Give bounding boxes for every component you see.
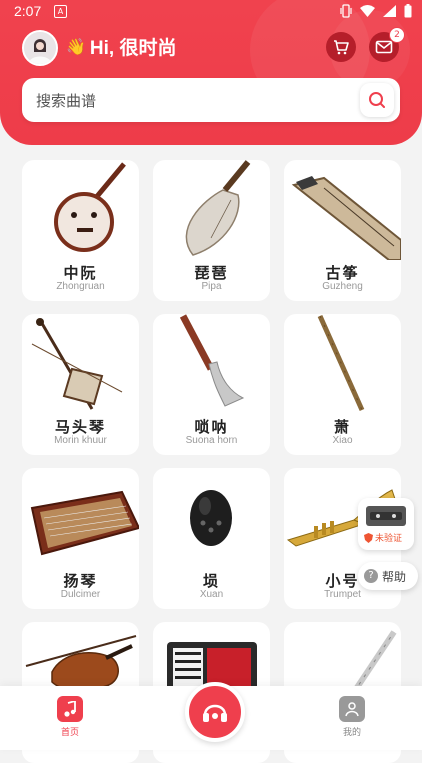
center-tab-button[interactable] — [185, 682, 245, 742]
wave-icon: 👋 — [66, 38, 86, 56]
morin-khuur-image — [31, 318, 123, 410]
battery-icon — [404, 4, 412, 18]
help-button[interactable]: ? 帮助 — [358, 562, 418, 590]
tab-home-label: 首页 — [60, 728, 79, 738]
instrument-card-xiao[interactable]: 萧 Xiao — [284, 314, 401, 455]
instrument-name: 扬琴 — [63, 572, 98, 590]
greeting-text: Hi, 很时尚 — [89, 38, 177, 59]
instrument-english-name: Trumpet — [324, 589, 361, 600]
instrument-card-pipa[interactable]: 琵琶 Pipa — [153, 160, 270, 301]
instrument-english-name: Guzheng — [322, 281, 363, 292]
instrument-card-xun[interactable]: 埙 Xuan — [153, 468, 270, 609]
instrument-name: 中阮 — [63, 264, 98, 282]
instrument-english-name: Morin khuur — [54, 435, 107, 446]
instrument-name: 萧 — [333, 418, 351, 436]
cart-icon — [334, 40, 349, 55]
instrument-name: 唢呐 — [194, 418, 229, 436]
instrument-name: 马头琴 — [54, 418, 106, 436]
question-icon: ? — [364, 569, 378, 583]
zhongruan-image — [54, 162, 126, 252]
search-input[interactable] — [34, 88, 338, 114]
search-icon — [369, 92, 385, 108]
status-time: 2:07 — [14, 3, 42, 19]
search-button[interactable] — [360, 83, 394, 117]
instrument-card-morin-khuur[interactable]: 马头琴 Morin khuur — [22, 314, 139, 455]
message-button[interactable]: 2 — [369, 27, 405, 62]
floating-verify-widget[interactable]: 未验证 — [358, 498, 414, 550]
instrument-card-suona[interactable]: 唢呐 Suona horn — [153, 314, 270, 455]
suona-image — [179, 314, 245, 407]
dulcimer-image — [30, 490, 139, 556]
instrument-card-dulcimer[interactable]: 扬琴 Dulcimer — [22, 468, 139, 609]
instrument-card-guzheng[interactable]: 古筝 Guzheng — [284, 160, 401, 301]
instrument-english-name: Suona horn — [185, 435, 238, 446]
tab-me[interactable]: 我的 — [322, 696, 382, 738]
shield-icon — [364, 532, 373, 543]
cassette-icon — [366, 506, 406, 526]
signal-icon — [383, 5, 396, 17]
instrument-english-name: Pipa — [201, 281, 222, 292]
instrument-name: 古筝 — [325, 264, 360, 282]
greeting: 👋 Hi, 很时尚 — [66, 33, 176, 60]
user-icon — [339, 696, 365, 722]
verify-status-label: 未验证 — [375, 534, 403, 544]
vibrate-icon — [340, 4, 352, 18]
instrument-name: 埙 — [202, 572, 220, 590]
xiao-image — [317, 314, 365, 412]
instrument-english-name: Xiao — [332, 435, 353, 446]
pipa-image — [185, 160, 251, 256]
status-bar: 2:07 A — [0, 0, 422, 24]
avatar[interactable] — [22, 30, 58, 66]
mail-icon — [375, 40, 393, 54]
help-label: 帮助 — [382, 569, 407, 584]
xun-image — [190, 490, 232, 546]
guzheng-image — [291, 176, 401, 260]
instrument-english-name: Zhongruan — [56, 281, 105, 292]
wifi-icon — [360, 5, 375, 17]
instrument-english-name: Xuan — [199, 589, 224, 600]
tab-home[interactable]: 首页 — [40, 696, 100, 738]
search-bar — [22, 78, 400, 122]
instrument-name: 琵琶 — [194, 264, 229, 282]
message-count-badge: 2 — [389, 27, 405, 43]
music-note-icon — [57, 696, 83, 722]
cart-button[interactable] — [326, 32, 356, 62]
sim-icon: A — [54, 5, 67, 18]
headphones-icon — [203, 704, 227, 722]
instrument-english-name: Dulcimer — [60, 589, 101, 600]
instrument-card-zhongruan[interactable]: 中阮 Zhongruan — [22, 160, 139, 301]
tab-me-label: 我的 — [342, 728, 361, 738]
